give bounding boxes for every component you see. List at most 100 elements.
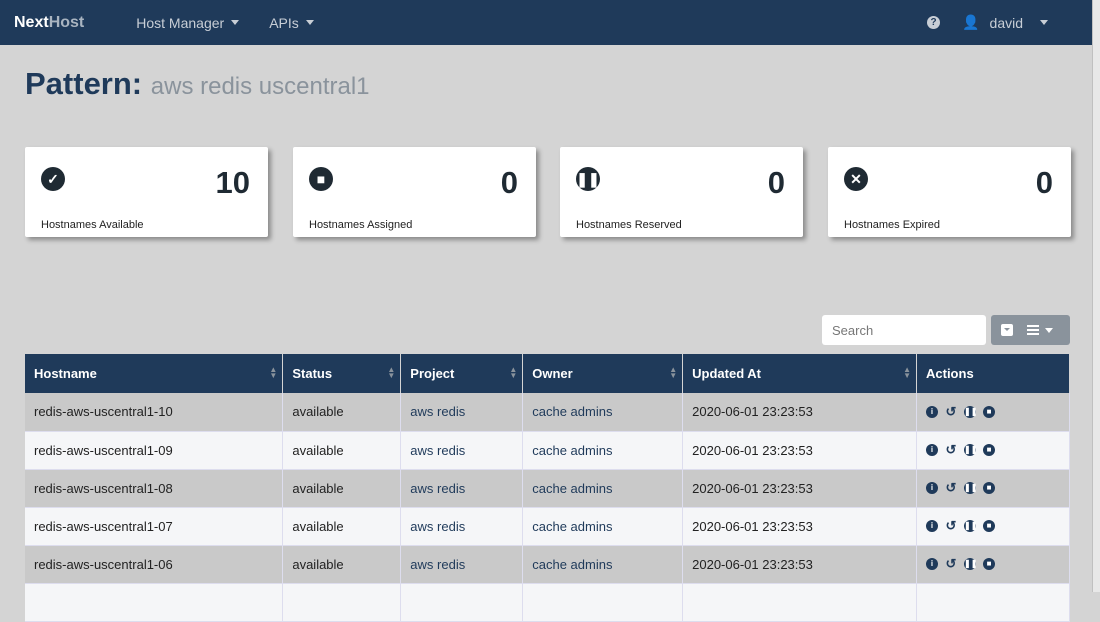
status-cell: available [282,507,402,546]
actions-cell: i ↺ ❚❚ ■ [916,393,1070,432]
updated-cell: 2020-06-01 23:23:53 [682,507,917,546]
search-input[interactable]: Search [822,315,986,345]
header-label: Owner [532,366,573,381]
stat-label: Hostnames Available [41,219,144,231]
sort-icon[interactable]: ▲ ▼ [903,366,911,380]
column-header[interactable]: Hostname ▲ ▼ [25,354,284,393]
info-icon[interactable]: i [926,444,938,456]
stat-label: Hostnames Reserved [576,219,682,231]
hostname-cell: redis-aws-uscentral1-09 [25,431,284,470]
pause-icon[interactable]: ❚❚ [964,558,977,570]
project-link[interactable]: aws redis [400,393,524,432]
updated-cell: 2020-06-01 23:23:53 [682,431,917,470]
owner-link[interactable]: cache admins [522,393,684,432]
project-link[interactable] [400,583,524,622]
stat-count: 0 [500,165,518,200]
pause-icon[interactable]: ❚❚ [964,405,977,418]
status-cell: available [282,545,402,584]
stat-card: ■ 0 Hostnames Assigned [293,147,536,237]
pause-icon[interactable]: ❚❚ [964,444,977,456]
hostname-cell: redis-aws-uscentral1-07 [25,507,284,546]
column-header[interactable]: Project ▲ ▼ [400,354,524,393]
info-icon[interactable]: i [926,482,938,494]
caret-down-icon [305,20,314,25]
updated-cell: 2020-06-01 23:23:53 [682,545,917,584]
scrollbar[interactable] [1092,0,1100,592]
owner-link[interactable] [522,583,684,622]
hostnames-table: Hostname ▲ ▼ Status ▲ ▼ Project ▲ ▼ Owner ▲ ▼ Update… [25,354,1070,622]
nav-label: APIs [269,14,299,31]
check-circle-icon: ✓ [41,167,65,191]
updated-cell: 2020-06-01 23:23:53 [682,393,917,432]
actions-cell: i ↺ ❚❚ ■ [916,507,1070,546]
nav-host-manager[interactable]: Host Manager [136,14,240,31]
nav-apis[interactable]: APIs [269,15,314,31]
stat-count: 10 [215,165,250,200]
table-toolbar [991,315,1070,345]
sort-icon[interactable]: ▲ ▼ [269,366,277,380]
owner-link[interactable]: cache admins [522,507,684,546]
history-icon[interactable]: ↺ [945,405,957,418]
navbar: NextHost Host Manager APIs ? 👤 david [0,0,1092,45]
history-icon[interactable]: ↺ [945,557,957,570]
column-header[interactable]: Status ▲ ▼ [282,354,402,393]
stop-icon[interactable]: ■ [983,520,995,532]
help-icon[interactable]: ? [927,16,941,29]
updated-cell: 2020-06-01 23:23:53 [682,469,917,508]
info-icon[interactable]: i [926,405,938,418]
info-icon[interactable]: i [926,558,938,570]
column-header[interactable]: Owner ▲ ▼ [522,354,684,393]
header-label: Project [410,366,455,381]
sort-icon[interactable]: ▲ ▼ [387,366,395,380]
pause-circle-icon: ❚❚ [576,167,600,191]
stat-card: ✓ 10 Hostnames Available [25,147,268,237]
toggle-button[interactable] [1001,324,1013,336]
page-title: Pattern: aws redis uscentral1 [25,66,370,102]
sort-icon[interactable]: ▲ ▼ [669,366,677,380]
stat-card: ❚❚ 0 Hostnames Reserved [560,147,803,237]
title-value: aws redis uscentral1 [150,73,370,100]
project-link[interactable]: aws redis [400,469,524,508]
owner-link[interactable]: cache admins [522,469,684,508]
brand-text-b: Host [48,13,85,31]
user-menu[interactable]: 👤 david [962,14,1048,31]
project-link[interactable]: aws redis [400,545,524,584]
stop-icon[interactable]: ■ [983,558,995,570]
table-row [25,583,1070,622]
stat-card: ✕ 0 Hostnames Expired [828,147,1071,237]
stop-icon[interactable]: ■ [983,405,995,418]
history-icon[interactable]: ↺ [945,443,957,456]
table-row: redis-aws-uscentral1-08 available aws redi… [25,469,1070,508]
column-header[interactable]: Updated At ▲ ▼ [682,354,917,393]
caret-down-icon[interactable] [1045,327,1053,333]
status-cell: available [282,393,402,432]
history-icon[interactable]: ↺ [945,519,957,532]
owner-link[interactable]: cache admins [522,431,684,470]
stat-count: 0 [1035,165,1053,200]
hostname-cell [25,583,284,622]
actions-cell [916,583,1070,622]
header-label: Status [292,366,333,381]
user-icon: 👤 [962,14,980,30]
project-link[interactable]: aws redis [400,431,524,470]
column-header[interactable]: Actions [916,354,1070,393]
status-cell [282,583,402,622]
history-icon[interactable]: ↺ [945,481,957,494]
hostname-cell: redis-aws-uscentral1-10 [25,393,284,432]
pause-icon[interactable]: ❚❚ [964,482,977,494]
nav-label: Host Manager [136,14,225,31]
brand-logo[interactable]: NextHost [14,14,84,32]
status-cell: available [282,469,402,508]
stat-label: Hostnames Assigned [309,219,413,231]
info-icon[interactable]: i [926,520,938,532]
columns-list-icon[interactable] [1027,325,1039,335]
owner-link[interactable]: cache admins [522,545,684,584]
stop-icon[interactable]: ■ [983,482,995,494]
stop-icon[interactable]: ■ [983,444,995,456]
pause-icon[interactable]: ❚❚ [964,520,977,532]
actions-cell: i ↺ ❚❚ ■ [916,545,1070,584]
stat-count: 0 [767,165,785,200]
project-link[interactable]: aws redis [400,507,524,546]
title-label: Pattern: [25,66,143,101]
sort-icon[interactable]: ▲ ▼ [509,366,517,380]
